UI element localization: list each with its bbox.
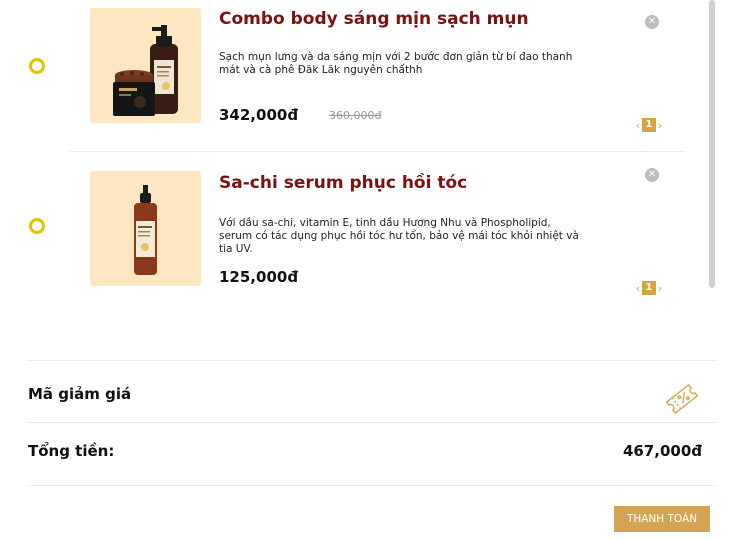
scrollbar-thumb[interactable] xyxy=(709,0,715,288)
quantity-value[interactable]: 1 xyxy=(642,281,656,295)
product-title[interactable]: Combo body sáng mịn sạch mụn xyxy=(219,9,529,29)
chevron-left-icon[interactable]: ‹ xyxy=(634,119,642,132)
close-icon[interactable]: ✕ xyxy=(645,15,659,29)
product-title[interactable]: Sa-chi serum phục hồi tóc xyxy=(219,173,467,193)
scrollbar[interactable] xyxy=(707,0,717,290)
product-price: 342,000đ xyxy=(219,106,299,124)
product-price: 125,000đ xyxy=(219,268,299,286)
product-image xyxy=(90,8,201,123)
close-icon[interactable]: ✕ xyxy=(645,168,659,182)
product-old-price: 360,000đ xyxy=(329,109,382,122)
product-description: Với dầu sa-chi, vitamin E, tinh dầu Hươn… xyxy=(219,217,579,255)
divider xyxy=(28,485,716,486)
divider xyxy=(28,360,716,361)
select-item-radio[interactable] xyxy=(29,218,45,234)
total-label: Tổng tiền: xyxy=(28,442,115,460)
quantity-stepper: ‹ 1 › xyxy=(634,281,664,295)
product-description: Sạch mụn lưng và da sáng mịn với 2 bước … xyxy=(219,51,573,76)
total-value: 467,000đ xyxy=(622,442,702,460)
cart-item: Sa-chi serum phục hồi tóc Với dầu sa-chi… xyxy=(0,160,700,300)
chevron-left-icon[interactable]: ‹ xyxy=(634,282,642,295)
divider xyxy=(28,422,716,423)
chevron-right-icon[interactable]: › xyxy=(656,119,664,132)
coupon-label: Mã giảm giá xyxy=(28,385,132,403)
product-image xyxy=(90,171,201,286)
quantity-value[interactable]: 1 xyxy=(642,118,656,132)
cart-item: Combo body sáng mịn sạch mụn Sạch mụn lư… xyxy=(0,0,700,140)
chevron-right-icon[interactable]: › xyxy=(656,282,664,295)
quantity-stepper: ‹ 1 › xyxy=(634,118,664,132)
divider xyxy=(70,151,686,152)
select-item-radio[interactable] xyxy=(29,58,45,74)
checkout-button[interactable]: THANH TOÁN xyxy=(614,506,710,532)
coupon-ticket-icon[interactable] xyxy=(664,383,700,415)
